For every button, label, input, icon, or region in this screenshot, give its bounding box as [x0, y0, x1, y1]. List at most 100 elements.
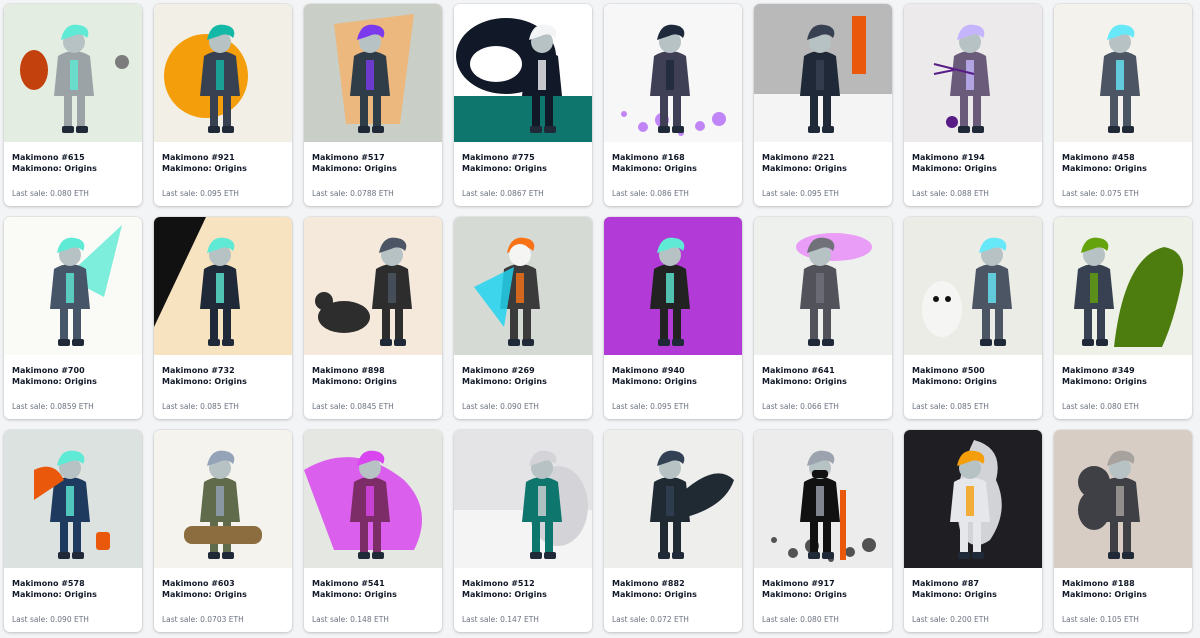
- nft-name[interactable]: Makimono #732: [162, 365, 286, 376]
- nft-name[interactable]: Makimono #615: [12, 152, 136, 163]
- nft-card[interactable]: Makimono #87 Makimono: Origins Last sale: …: [904, 430, 1042, 632]
- nft-artwork: [904, 4, 1042, 142]
- nft-name[interactable]: Makimono #188: [1062, 578, 1186, 589]
- nft-image[interactable]: [904, 4, 1042, 142]
- nft-name[interactable]: Makimono #603: [162, 578, 286, 589]
- last-sale-price: 0.0859 ETH: [50, 402, 94, 411]
- nft-card[interactable]: Makimono #349 Makimono: Origins Last sale:…: [1054, 217, 1192, 419]
- nft-image[interactable]: [454, 430, 592, 568]
- nft-image[interactable]: [4, 217, 142, 355]
- nft-name[interactable]: Makimono #87: [912, 578, 1036, 589]
- nft-card[interactable]: Makimono #603 Makimono: Origins Last sale:…: [154, 430, 292, 632]
- nft-name[interactable]: Makimono #940: [612, 365, 736, 376]
- nft-name[interactable]: Makimono #775: [462, 152, 586, 163]
- last-sale-price: 0.095 ETH: [200, 189, 239, 198]
- nft-image[interactable]: [754, 4, 892, 142]
- nft-card[interactable]: Makimono #641 Makimono: Origins Last sale:…: [754, 217, 892, 419]
- nft-artwork: [904, 430, 1042, 568]
- nft-image[interactable]: [154, 217, 292, 355]
- last-sale-price: 0.085 ETH: [950, 402, 989, 411]
- nft-name[interactable]: Makimono #541: [312, 578, 436, 589]
- collection-name: Makimono: Origins: [312, 590, 397, 599]
- nft-image[interactable]: [904, 430, 1042, 568]
- nft-image[interactable]: [754, 217, 892, 355]
- nft-image[interactable]: [454, 4, 592, 142]
- last-sale-label: Last sale:: [12, 402, 51, 411]
- nft-name[interactable]: Makimono #578: [12, 578, 136, 589]
- nft-artwork: [754, 217, 892, 355]
- nft-image[interactable]: [754, 430, 892, 568]
- nft-name[interactable]: Makimono #517: [312, 152, 436, 163]
- nft-image[interactable]: [154, 430, 292, 568]
- nft-card[interactable]: Makimono #578 Makimono: Origins Last sale:…: [4, 430, 142, 632]
- nft-image[interactable]: [604, 430, 742, 568]
- nft-card[interactable]: Makimono #194 Makimono: Origins Last sale:…: [904, 4, 1042, 206]
- nft-card[interactable]: Makimono #775 Makimono: Origins Last sale:…: [454, 4, 592, 206]
- nft-image[interactable]: [904, 217, 1042, 355]
- last-sale-price: 0.095 ETH: [650, 402, 689, 411]
- nft-card[interactable]: Makimono #732 Makimono: Origins Last sale:…: [154, 217, 292, 419]
- nft-card[interactable]: Makimono #512 Makimono: Origins Last sale:…: [454, 430, 592, 632]
- nft-image[interactable]: [604, 4, 742, 142]
- nft-image[interactable]: [304, 4, 442, 142]
- nft-image[interactable]: [304, 217, 442, 355]
- nft-name[interactable]: Makimono #898: [312, 365, 436, 376]
- nft-card[interactable]: Makimono #269 Makimono: Origins Last sale:…: [454, 217, 592, 419]
- nft-card[interactable]: Makimono #940 Makimono: Origins Last sale:…: [604, 217, 742, 419]
- nft-image[interactable]: [154, 4, 292, 142]
- nft-image[interactable]: [4, 4, 142, 142]
- last-sale-label: Last sale:: [1062, 189, 1101, 198]
- nft-name[interactable]: Makimono #512: [462, 578, 586, 589]
- last-sale: Last sale: 0.086 ETH: [612, 189, 689, 198]
- last-sale-label: Last sale:: [312, 615, 351, 624]
- last-sale-price: 0.080 ETH: [1100, 402, 1139, 411]
- nft-name[interactable]: Makimono #917: [762, 578, 886, 589]
- last-sale-label: Last sale:: [762, 402, 801, 411]
- nft-name[interactable]: Makimono #221: [762, 152, 886, 163]
- nft-card[interactable]: Makimono #615 Makimono: Origins Last sale:…: [4, 4, 142, 206]
- nft-card[interactable]: Makimono #898 Makimono: Origins Last sale:…: [304, 217, 442, 419]
- nft-name[interactable]: Makimono #349: [1062, 365, 1186, 376]
- nft-name[interactable]: Makimono #921: [162, 152, 286, 163]
- last-sale: Last sale: 0.0845 ETH: [312, 402, 394, 411]
- nft-image[interactable]: [304, 430, 442, 568]
- collection-name: Makimono: Origins: [312, 377, 397, 386]
- collection-name: Makimono: Origins: [612, 377, 697, 386]
- last-sale-price: 0.072 ETH: [650, 615, 689, 624]
- collection-name: Makimono: Origins: [462, 164, 547, 173]
- nft-card[interactable]: Makimono #882 Makimono: Origins Last sale:…: [604, 430, 742, 632]
- nft-image[interactable]: [1054, 217, 1192, 355]
- nft-image[interactable]: [1054, 4, 1192, 142]
- nft-artwork: [154, 217, 292, 355]
- last-sale-price: 0.090 ETH: [500, 402, 539, 411]
- nft-image[interactable]: [604, 217, 742, 355]
- nft-card[interactable]: Makimono #541 Makimono: Origins Last sale:…: [304, 430, 442, 632]
- nft-name[interactable]: Makimono #269: [462, 365, 586, 376]
- nft-card[interactable]: Makimono #917 Makimono: Origins Last sale:…: [754, 430, 892, 632]
- nft-card[interactable]: Makimono #921 Makimono: Origins Last sale:…: [154, 4, 292, 206]
- collection-name: Makimono: Origins: [912, 164, 997, 173]
- nft-artwork: [304, 4, 442, 142]
- nft-name[interactable]: Makimono #700: [12, 365, 136, 376]
- last-sale-price: 0.075 ETH: [1100, 189, 1139, 198]
- nft-card[interactable]: Makimono #168 Makimono: Origins Last sale:…: [604, 4, 742, 206]
- nft-name[interactable]: Makimono #194: [912, 152, 1036, 163]
- last-sale-price: 0.088 ETH: [950, 189, 989, 198]
- nft-image[interactable]: [1054, 430, 1192, 568]
- last-sale-price: 0.095 ETH: [800, 189, 839, 198]
- nft-card[interactable]: Makimono #517 Makimono: Origins Last sale:…: [304, 4, 442, 206]
- nft-name[interactable]: Makimono #168: [612, 152, 736, 163]
- nft-card[interactable]: Makimono #221 Makimono: Origins Last sale:…: [754, 4, 892, 206]
- last-sale-label: Last sale:: [912, 402, 951, 411]
- nft-name[interactable]: Makimono #641: [762, 365, 886, 376]
- nft-card[interactable]: Makimono #500 Makimono: Origins Last sale:…: [904, 217, 1042, 419]
- nft-card[interactable]: Makimono #700 Makimono: Origins Last sale:…: [4, 217, 142, 419]
- last-sale-label: Last sale:: [162, 615, 201, 624]
- nft-name[interactable]: Makimono #882: [612, 578, 736, 589]
- nft-image[interactable]: [454, 217, 592, 355]
- nft-name[interactable]: Makimono #458: [1062, 152, 1186, 163]
- nft-image[interactable]: [4, 430, 142, 568]
- nft-card[interactable]: Makimono #458 Makimono: Origins Last sale:…: [1054, 4, 1192, 206]
- nft-name[interactable]: Makimono #500: [912, 365, 1036, 376]
- nft-card[interactable]: Makimono #188 Makimono: Origins Last sale:…: [1054, 430, 1192, 632]
